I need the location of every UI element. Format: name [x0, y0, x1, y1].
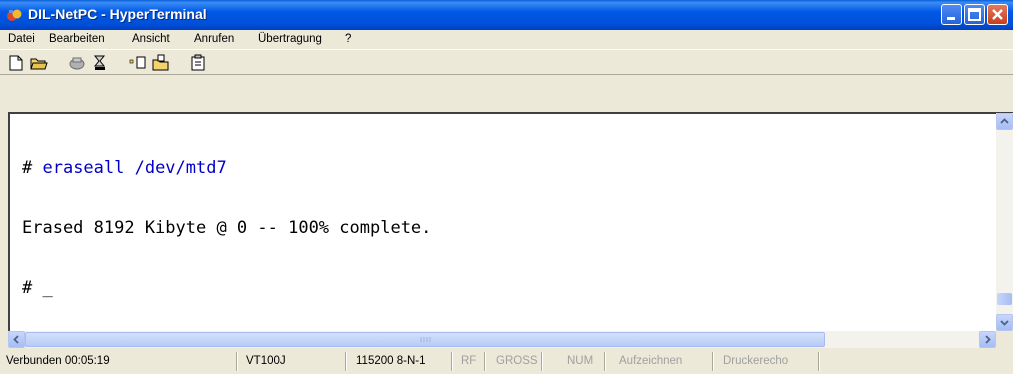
- status-separator: [712, 352, 714, 371]
- terminal-prompt: #: [22, 158, 43, 178]
- terminal-line: # _: [22, 278, 53, 298]
- toolbar: [0, 49, 1013, 75]
- terminal-area[interactable]: # eraseall /dev/mtd7 Erased 8192 Kibyte …: [8, 112, 1013, 348]
- arrow-left-icon: [13, 335, 19, 344]
- terminal-line: Erased 8192 Kibyte @ 0 -- 100% complete.: [22, 218, 432, 238]
- menu-bar: Datei Bearbeiten Ansicht Anrufen Übertra…: [0, 30, 1013, 49]
- properties-icon[interactable]: [190, 54, 208, 72]
- status-bar: Verbunden 00:05:19 VT100J 115200 8-N-1 R…: [0, 349, 1013, 374]
- status-print-echo: Druckerecho: [723, 355, 789, 367]
- hyperterminal-window: DIL-NetPC - HyperTerminal Datei Bearbeit…: [0, 0, 1013, 374]
- window-title: DIL-NetPC - HyperTerminal: [28, 6, 207, 22]
- new-icon[interactable]: [7, 54, 25, 72]
- menu-bearbeiten[interactable]: Bearbeiten: [49, 33, 105, 45]
- connect-icon[interactable]: [68, 54, 86, 72]
- status-separator: [484, 352, 486, 371]
- open-folder-icon[interactable]: [30, 54, 48, 72]
- hyperterminal-app-icon[interactable]: [6, 7, 23, 23]
- menu-datei[interactable]: Datei: [8, 33, 35, 45]
- menu-help[interactable]: ?: [345, 33, 351, 45]
- scroll-right-button[interactable]: [979, 331, 996, 348]
- status-port-settings: 115200 8-N-1: [356, 355, 426, 367]
- status-rf: RF: [461, 355, 477, 367]
- menu-anrufen[interactable]: Anrufen: [194, 33, 234, 45]
- status-capture: Aufzeichnen: [619, 355, 683, 367]
- maximize-icon: [968, 8, 981, 21]
- terminal-command: eraseall /dev/mtd7: [42, 158, 227, 178]
- close-icon: [992, 9, 1003, 20]
- status-gross: GROSS: [496, 355, 538, 367]
- menu-uebertragung[interactable]: Übertragung: [258, 33, 322, 45]
- grip-icon: [420, 337, 431, 342]
- receive-icon[interactable]: [152, 54, 170, 72]
- vertical-scrollbar[interactable]: [996, 113, 1013, 331]
- status-separator: [604, 352, 606, 371]
- status-num: NUM: [567, 355, 594, 367]
- status-separator: [345, 352, 347, 371]
- status-separator: [541, 352, 543, 371]
- status-separator: [818, 352, 820, 371]
- title-bar[interactable]: DIL-NetPC - HyperTerminal: [0, 0, 1013, 30]
- menu-ansicht[interactable]: Ansicht: [132, 33, 170, 45]
- close-button[interactable]: [987, 4, 1008, 25]
- status-separator: [451, 352, 453, 371]
- horizontal-scroll-thumb[interactable]: [25, 332, 825, 347]
- arrow-up-icon: [1000, 118, 1009, 124]
- vertical-scroll-thumb[interactable]: [997, 293, 1012, 305]
- scrollbar-corner: [996, 331, 1013, 348]
- arrow-right-icon: [985, 335, 991, 344]
- minimize-button[interactable]: [941, 4, 962, 25]
- disconnect-icon[interactable]: [91, 54, 109, 72]
- minimize-icon: [947, 17, 955, 20]
- terminal-line: # eraseall /dev/mtd7: [22, 158, 431, 178]
- scroll-left-button[interactable]: [8, 331, 25, 348]
- status-emulation: VT100J: [246, 355, 286, 367]
- horizontal-scrollbar[interactable]: [8, 331, 996, 348]
- status-connection-time: Verbunden 00:05:19: [6, 355, 110, 367]
- arrow-down-icon: [1000, 320, 1009, 326]
- scroll-down-button[interactable]: [996, 314, 1013, 331]
- scroll-up-button[interactable]: [996, 113, 1013, 130]
- send-icon[interactable]: [129, 54, 147, 72]
- maximize-button[interactable]: [964, 4, 985, 25]
- terminal-output: # eraseall /dev/mtd7 Erased 8192 Kibyte …: [22, 118, 431, 338]
- status-separator: [236, 352, 238, 371]
